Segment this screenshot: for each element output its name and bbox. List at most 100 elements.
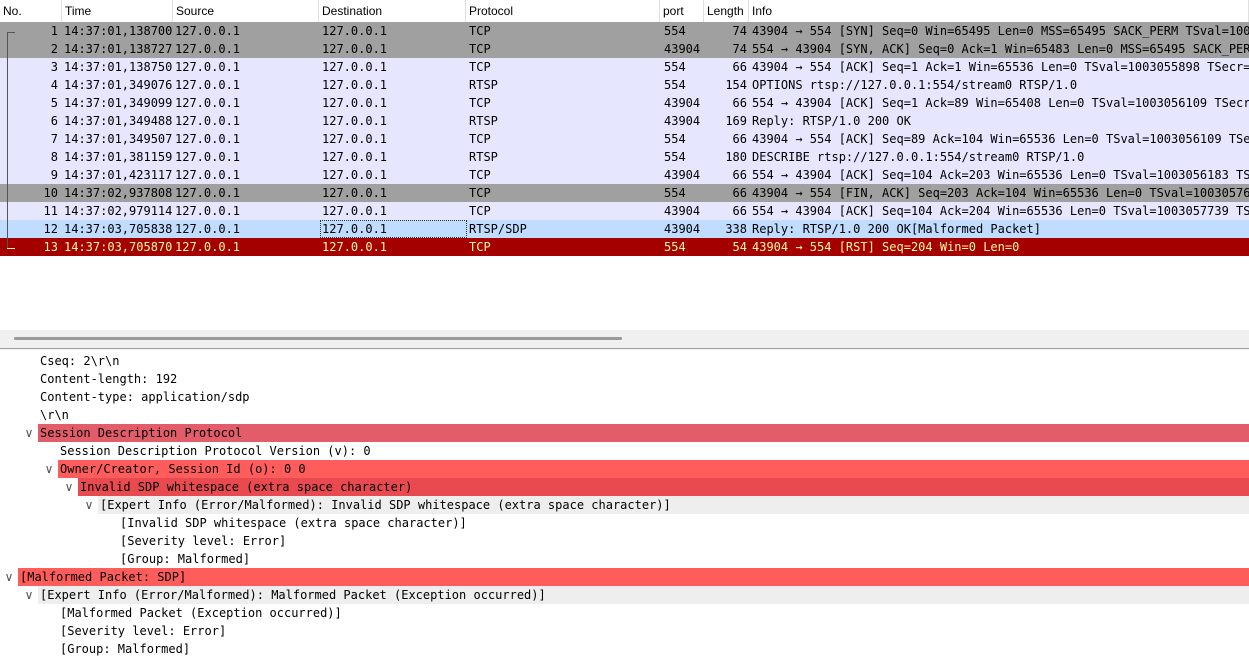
packet-row[interactable]: 11 14:37:02,979114 127.0.0.1 127.0.0.1 TCP 43… (0, 202, 1249, 221)
details-tree-item[interactable]: ∨ Session Description Protocol (0, 424, 1249, 442)
packet-info-cell: 43904 → 554 [RST] Seq=204 Win=0 Len=0 (752, 240, 1020, 254)
packet-source-cell: 127.0.0.1 (175, 240, 241, 254)
col-port-header[interactable]: port (660, 0, 704, 22)
packet-list[interactable]: No. Time Source Destination Protocol port Leng… (0, 0, 1249, 330)
packet-time-cell: 14:37:01,349488 (64, 114, 173, 128)
packet-no-cell: 4 (50, 78, 58, 92)
packet-no-cell: 12 (43, 222, 58, 236)
col-destination-header[interactable]: Destination (319, 0, 466, 22)
packet-row[interactable]: 10 14:37:02,937808 127.0.0.1 127.0.0.1 TCP 55… (0, 184, 1249, 203)
details-tree-item[interactable]: \r\n (0, 406, 1249, 424)
details-tree-label: Content-type: application/sdp (40, 390, 250, 404)
packet-protocol-cell: TCP (469, 96, 491, 110)
packet-row[interactable]: 13 14:37:03,705870 127.0.0.1 127.0.0.1 TCP 55… (0, 238, 1249, 256)
chevron-down-icon[interactable]: ∨ (23, 424, 35, 442)
packet-destination-cell: 127.0.0.1 (322, 42, 388, 56)
details-tree-item[interactable]: ∨ [Expert Info (Error/Malformed): Invalid… (0, 496, 1249, 514)
packet-source-cell: 127.0.0.1 (175, 168, 241, 182)
details-tree-item[interactable]: [Group: Malformed] (0, 550, 1249, 568)
packet-row[interactable]: 6 14:37:01,349488 127.0.0.1 127.0.0.1 RTSP 43… (0, 112, 1249, 131)
packet-info-cell: 43904 → 554 [FIN, ACK] Seq=203 Ack=104 W… (752, 186, 1249, 200)
packet-no-cell: 1 (50, 24, 58, 38)
details-tree-item[interactable]: [Severity level: Error] (0, 532, 1249, 550)
col-time-header[interactable]: Time (62, 0, 173, 22)
packet-time-cell: 14:37:03,705838 (64, 222, 173, 236)
packet-row[interactable]: 5 14:37:01,349099 127.0.0.1 127.0.0.1 TCP 439… (0, 94, 1249, 113)
details-tree-item[interactable]: Content-type: application/sdp (0, 388, 1249, 406)
packet-length-cell: 66 (732, 168, 747, 182)
details-tree-item[interactable]: ∨ [Malformed Packet: SDP] (0, 568, 1249, 586)
packet-port-cell: 554 (664, 78, 686, 92)
details-tree-item[interactable]: ∨ [Expert Info (Error/Malformed): Malform… (0, 586, 1249, 604)
packet-row[interactable]: 4 14:37:01,349076 127.0.0.1 127.0.0.1 RTSP 55… (0, 76, 1249, 95)
packet-protocol-cell: TCP (469, 168, 491, 182)
details-tree-item[interactable]: ∨ Invalid SDP whitespace (extra space cha… (0, 478, 1249, 496)
packet-info-cell: Reply: RTSP/1.0 200 OK (752, 114, 911, 128)
details-tree-item[interactable]: [Severity level: Error] (0, 622, 1249, 640)
packet-row[interactable]: 8 14:37:01,381159 127.0.0.1 127.0.0.1 RTSP 55… (0, 148, 1249, 167)
conversation-bracket-start (7, 32, 15, 33)
details-tree-label: Cseq: 2\r\n (40, 354, 120, 368)
packet-length-cell: 169 (725, 114, 747, 128)
details-tree-item[interactable]: Cseq: 2\r\n (0, 352, 1249, 370)
packet-no-cell: 5 (50, 96, 58, 110)
packet-info-cell: 43904 → 554 [SYN] Seq=0 Win=65495 Len=0 … (752, 24, 1249, 38)
horizontal-scrollbar[interactable] (14, 337, 622, 340)
packet-destination-cell: 127.0.0.1 (322, 60, 388, 74)
packet-source-cell: 127.0.0.1 (175, 78, 241, 92)
packet-no-cell: 10 (43, 186, 58, 200)
packet-destination-cell: 127.0.0.1 (322, 114, 388, 128)
chevron-down-icon[interactable]: ∨ (3, 568, 15, 586)
packet-row[interactable]: 3 14:37:01,138750 127.0.0.1 127.0.0.1 TCP 554… (0, 58, 1249, 77)
chevron-down-icon[interactable]: ∨ (63, 478, 75, 496)
col-no-header[interactable]: No. (0, 0, 62, 22)
packet-no-cell: 2 (50, 42, 58, 56)
packet-details-tree[interactable]: Cseq: 2\r\n Content-length: 192 Content-ty… (0, 350, 1249, 662)
packet-protocol-cell: TCP (469, 186, 491, 200)
chevron-down-icon[interactable]: ∨ (43, 460, 55, 478)
col-source-header[interactable]: Source (173, 0, 319, 22)
packet-time-cell: 14:37:02,979114 (64, 204, 173, 218)
col-length-header[interactable]: Length (704, 0, 749, 22)
details-tree-item[interactable]: Session Description Protocol Version (v)… (0, 442, 1249, 460)
packet-protocol-cell: TCP (469, 132, 491, 146)
packet-destination-cell: 127.0.0.1 (322, 78, 388, 92)
packet-protocol-cell: RTSP/SDP (469, 222, 527, 236)
details-tree-label: Session Description Protocol Version (v)… (60, 444, 371, 458)
chevron-down-icon[interactable]: ∨ (23, 586, 35, 604)
packet-info-cell: DESCRIBE rtsp://127.0.0.1:554/stream0 RT… (752, 150, 1085, 164)
details-tree-label: [Malformed Packet (Exception occurred)] (60, 606, 342, 620)
packet-destination-cell: 127.0.0.1 (322, 204, 388, 218)
packet-destination-cell: 127.0.0.1 (320, 220, 467, 238)
packet-length-cell: 66 (732, 204, 747, 218)
packet-destination-cell: 127.0.0.1 (322, 96, 388, 110)
details-tree-item[interactable]: [Malformed Packet (Exception occurred)] (0, 604, 1249, 622)
packet-port-cell: 43904 (664, 42, 701, 56)
packet-row[interactable]: 12 14:37:03,705838 127.0.0.1 127.0.0.1 RTSP/… (0, 220, 1249, 239)
packet-info-cell: 554 → 43904 [SYN, ACK] Seq=0 Ack=1 Win=6… (752, 42, 1249, 56)
packet-destination-cell: 127.0.0.1 (322, 132, 388, 146)
packet-port-cell: 554 (664, 240, 686, 254)
packet-destination-cell: 127.0.0.1 (322, 240, 388, 254)
col-info-header[interactable]: Info (749, 0, 1249, 22)
packet-length-cell: 74 (732, 42, 747, 56)
details-tree-item[interactable]: [Invalid SDP whitespace (extra space cha… (0, 514, 1249, 532)
col-protocol-header[interactable]: Protocol (466, 0, 660, 22)
details-tree-item[interactable]: [Group: Malformed] (0, 640, 1249, 658)
pane-splitter[interactable] (0, 330, 1249, 350)
details-tree-item[interactable]: Content-length: 192 (0, 370, 1249, 388)
packet-source-cell: 127.0.0.1 (175, 222, 241, 236)
packet-destination-cell: 127.0.0.1 (322, 168, 388, 182)
packet-row[interactable]: 7 14:37:01,349507 127.0.0.1 127.0.0.1 TCP 554… (0, 130, 1249, 149)
packet-row[interactable]: 9 14:37:01,423117 127.0.0.1 127.0.0.1 TCP 439… (0, 166, 1249, 185)
packet-source-cell: 127.0.0.1 (175, 132, 241, 146)
packet-row[interactable]: 1 14:37:01,138700 127.0.0.1 127.0.0.1 TCP 554… (0, 22, 1249, 41)
packet-port-cell: 43904 (664, 168, 701, 182)
packet-length-cell: 180 (725, 150, 747, 164)
packet-length-cell: 66 (732, 132, 747, 146)
packet-time-cell: 14:37:01,138727 (64, 42, 173, 56)
details-tree-label: [Group: Malformed] (120, 552, 251, 566)
packet-row[interactable]: 2 14:37:01,138727 127.0.0.1 127.0.0.1 TCP 439… (0, 40, 1249, 59)
chevron-down-icon[interactable]: ∨ (83, 496, 95, 514)
details-tree-item[interactable]: ∨ Owner/Creator, Session Id (o): 0 0 (0, 460, 1249, 478)
